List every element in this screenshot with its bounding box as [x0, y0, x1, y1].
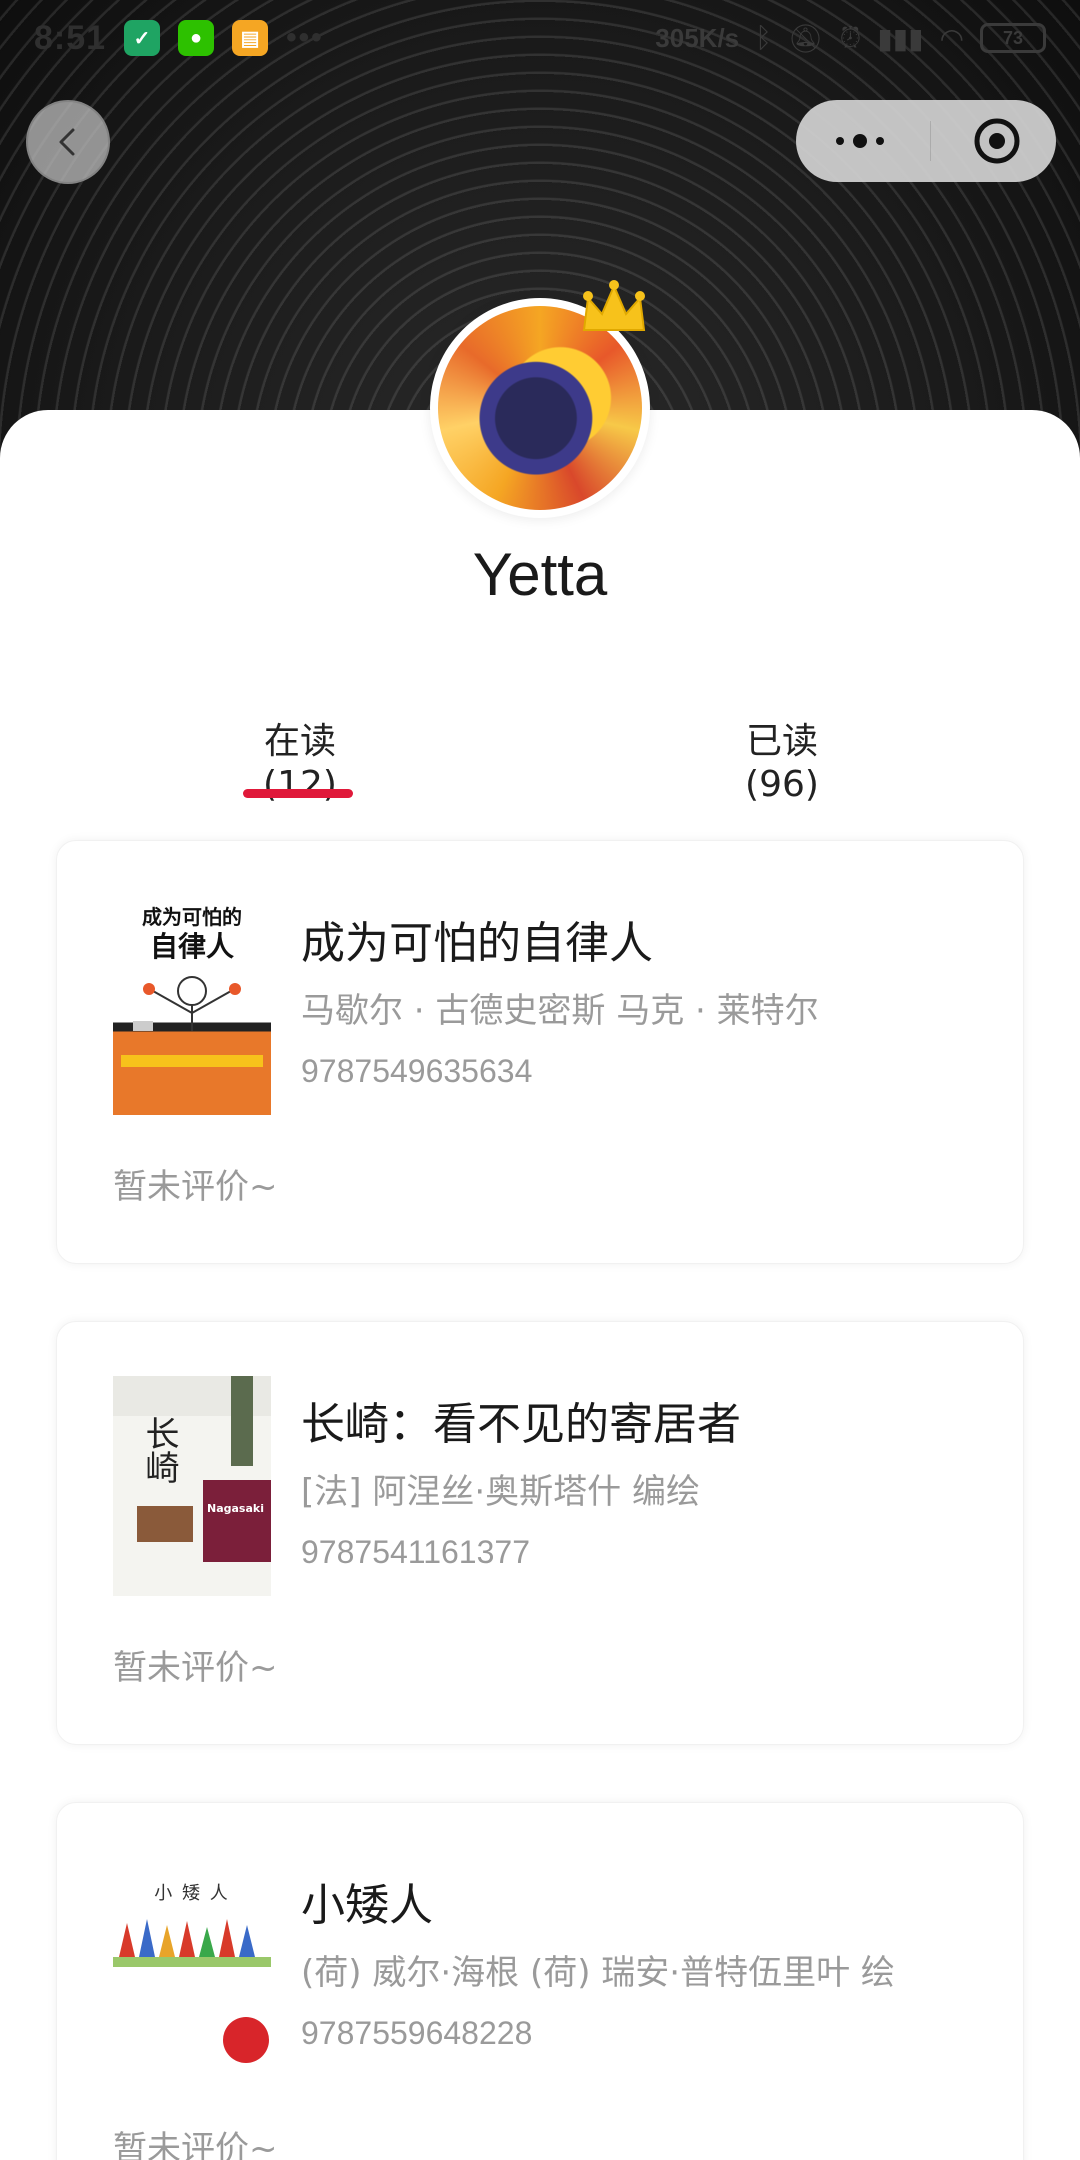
book-title: 成为可怕的自律人 [301, 918, 653, 969]
profile-page: 8:51 ✓ ● ▤ ••• 305K/s ᛒ 🔕︎ ⏰︎ ▮▮▮ ◠ 73 Y… [0, 0, 1080, 2160]
cover-seal [223, 2017, 269, 2063]
status-bar: 8:51 ✓ ● ▤ ••• 305K/s ᛒ 🔕︎ ⏰︎ ▮▮▮ ◠ 73 [0, 0, 1080, 76]
network-speed: 305K/s [655, 22, 740, 53]
cover-banner [121, 1055, 263, 1067]
back-button[interactable] [26, 100, 110, 184]
cover-table [137, 1506, 193, 1542]
chevron-left-icon [59, 128, 75, 156]
cover-block [203, 1480, 271, 1562]
message-app-icon: ▤ [232, 20, 269, 56]
book-title: 小矮人 [301, 1880, 433, 1931]
book-cover: 小 矮 人 [113, 1857, 271, 2077]
battery-icon: 73 [980, 23, 1046, 53]
book-author: [法] 阿涅丝·奥斯塔什 编绘 [301, 1472, 700, 1512]
book-cover: 长崎 Nagasaki [113, 1376, 271, 1596]
book-isbn: 9787559648228 [301, 2015, 533, 2051]
cover-subtitle: Nagasaki [207, 1502, 264, 1515]
cover-illustration [133, 976, 241, 1031]
mini-program-capsule [796, 100, 1056, 182]
mute-icon: 🔕︎ [787, 22, 824, 54]
cover-figure [231, 1376, 253, 1466]
book-author: (荷) 威尔·海根 (荷) 瑞安·普特伍里叶 绘 [301, 1953, 895, 1993]
capsule-divider [929, 121, 931, 161]
more-notifications-icon: ••• [286, 21, 324, 54]
crown-icon [582, 280, 646, 331]
user-name: Yetta [472, 541, 608, 608]
cover-title-main: 自律人 [149, 930, 234, 963]
book-isbn: 9787541161377 [301, 1534, 530, 1570]
more-dots-icon [836, 134, 884, 148]
cover-gnomes [113, 1919, 271, 1967]
book-card[interactable]: 成为可怕的 自律人 成为可怕的自律人 马歇尔 · 古德史密斯 马克 · 莱特尔 … [56, 840, 1024, 1264]
close-program-button[interactable] [972, 116, 1022, 166]
target-circle-icon [974, 118, 1020, 164]
book-title: 长崎：看不见的寄居者 [301, 1399, 741, 1450]
bluetooth-icon: ᛒ [755, 22, 772, 53]
wechat-icon: ● [178, 20, 215, 56]
book-review-status: 暂未评价~ [113, 2129, 278, 2160]
tab-read[interactable]: 已读(96) [712, 712, 852, 805]
status-time: 8:51 [34, 18, 107, 57]
more-options-button[interactable] [832, 131, 888, 151]
book-review-status: 暂未评价~ [113, 1167, 278, 1207]
cover-title: 长崎 [139, 1416, 179, 1484]
status-right: 305K/s ᛒ 🔕︎ ⏰︎ ▮▮▮ ◠ 73 [655, 22, 1046, 55]
battery-level: 73 [1002, 27, 1024, 48]
book-isbn: 9787549635634 [301, 1053, 533, 1089]
signal-icon: ▮▮▮ [877, 22, 924, 54]
book-cover: 成为可怕的 自律人 [113, 895, 271, 1115]
book-review-status: 暂未评价~ [113, 1648, 278, 1688]
alarm-icon: ⏰︎ [839, 21, 862, 53]
wifi-icon: ◠ [939, 22, 964, 54]
book-card[interactable]: 小 矮 人 小矮人 (荷) 威尔·海根 (荷) 瑞安·普特伍里叶 绘 97875… [56, 1802, 1024, 2160]
shield-app-icon: ✓ [124, 20, 161, 56]
status-left: 8:51 ✓ ● ▤ ••• [34, 19, 324, 58]
active-tab-indicator [243, 789, 353, 798]
book-card[interactable]: 长崎 Nagasaki 长崎：看不见的寄居者 [法] 阿涅丝·奥斯塔什 编绘 9… [56, 1321, 1024, 1745]
book-author: 马歇尔 · 古德史密斯 马克 · 莱特尔 [301, 991, 819, 1031]
cover-title: 小 矮 人 [154, 1883, 230, 1904]
